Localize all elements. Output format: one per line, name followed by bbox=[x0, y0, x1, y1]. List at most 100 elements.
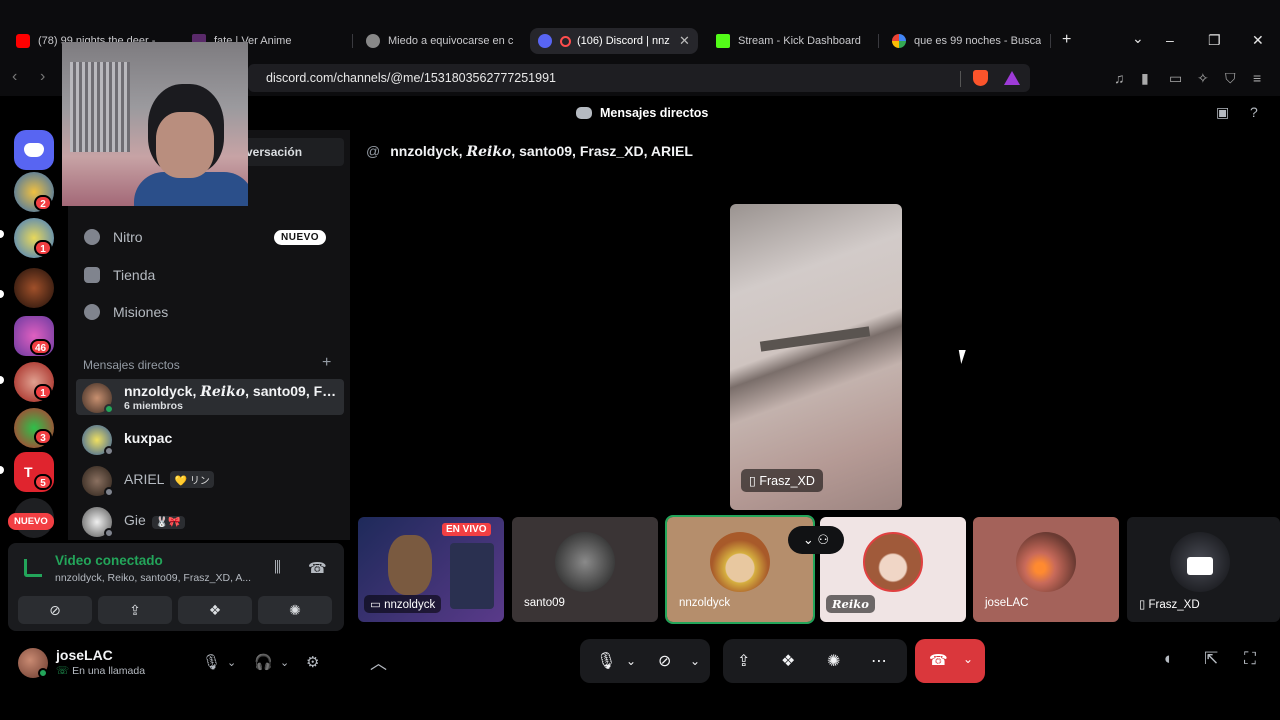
media-icon[interactable]: ♫ bbox=[1114, 70, 1125, 86]
participant-tile[interactable]: joseLAC bbox=[973, 517, 1119, 622]
wallet-icon[interactable]: ▭ bbox=[1169, 70, 1182, 87]
chevron-down-icon[interactable]: ⌄ bbox=[227, 656, 236, 669]
menu-icon[interactable]: ≡ bbox=[1253, 70, 1261, 86]
clan-tag: 🐰🎀 bbox=[151, 516, 185, 529]
tab-label: que es 99 noches - Busca bbox=[914, 35, 1042, 47]
tab-kick[interactable]: Stream - Kick Dashboard bbox=[708, 28, 876, 54]
sidebar-icon[interactable]: ▮ bbox=[1141, 70, 1149, 87]
site-favicon-icon bbox=[366, 34, 380, 48]
sidebar-item-label: Nitro bbox=[113, 229, 143, 245]
sidebar-item-nitro[interactable]: Nitro bbox=[84, 229, 143, 245]
participant-tile[interactable]: ▯ Frasz_XD bbox=[1127, 517, 1280, 622]
close-tab-icon[interactable]: ✕ bbox=[679, 33, 690, 49]
screen-share-button[interactable]: ⇪ bbox=[98, 596, 172, 624]
tab-label: Miedo a equivocarse en c bbox=[388, 35, 514, 47]
restore-button[interactable]: ❐ bbox=[1208, 32, 1221, 49]
brave-shields-icon[interactable] bbox=[973, 70, 988, 86]
microphone-icon[interactable]: 🎙 bbox=[596, 651, 616, 671]
disconnect-icon[interactable]: ☎ bbox=[308, 559, 327, 577]
disconnect-button[interactable]: ☎ ⌄ bbox=[915, 639, 985, 683]
gear-icon[interactable]: ⚙ bbox=[306, 653, 319, 671]
dm-name: kuxpac bbox=[124, 430, 173, 446]
webcam-background bbox=[70, 62, 130, 152]
dm-item-group[interactable]: nnzoldyck, Reiko, santo09, Fra... 6 miem… bbox=[76, 379, 344, 415]
camera-off-button[interactable]: ⊘ bbox=[18, 596, 92, 624]
participant-name-tag: nnzoldyck bbox=[679, 597, 731, 609]
user-status: ☏ En una llamada bbox=[56, 665, 146, 677]
microphone-icon[interactable]: 🎙 bbox=[202, 653, 221, 671]
dm-item-ariel[interactable]: ARIEL 💛 リン bbox=[76, 462, 344, 498]
pop-out-icon[interactable]: ⇱ bbox=[1204, 649, 1218, 669]
discord-home-icon[interactable] bbox=[14, 130, 54, 170]
dm-item-kuxpac[interactable]: kuxpac bbox=[76, 421, 344, 457]
unread-pill bbox=[0, 230, 4, 238]
minimize-button[interactable]: – bbox=[1166, 32, 1174, 48]
avatar bbox=[710, 532, 770, 592]
close-window-button[interactable]: ✕ bbox=[1252, 32, 1264, 49]
chevron-down-icon[interactable]: ⌄ bbox=[626, 654, 636, 668]
back-icon[interactable]: ‹ bbox=[12, 68, 17, 86]
dm-item-gie[interactable]: Gie 🐰🎀 bbox=[76, 503, 344, 539]
collapse-participants-button[interactable]: ⌄ ⚇ bbox=[788, 526, 844, 554]
voice-channel-name[interactable]: nnzoldyck, Reiko, santo09, Frasz_XD, A..… bbox=[55, 572, 265, 584]
participant-name-tag: ▯ Frasz_XD bbox=[1139, 599, 1200, 611]
volume-icon[interactable]: ◖ bbox=[1162, 649, 1172, 669]
activities-icon[interactable]: ❖ bbox=[781, 651, 795, 671]
nitro-icon bbox=[84, 229, 100, 245]
address-bar[interactable]: discord.com/channels/@me/153180356277725… bbox=[248, 64, 1030, 92]
participant-name-tag: ▭ nnzoldyck bbox=[364, 595, 442, 613]
fullscreen-icon[interactable]: ⛶ bbox=[1244, 649, 1256, 669]
dm-section-header: Mensajes directos bbox=[83, 358, 180, 372]
page-title-text: Mensajes directos bbox=[600, 106, 709, 120]
voice-status-title[interactable]: Video conectado bbox=[55, 553, 163, 568]
chevron-down-icon[interactable]: ⌄ bbox=[963, 652, 973, 666]
inbox-icon[interactable]: ▣ bbox=[1216, 104, 1229, 121]
focused-video-tile[interactable]: ▯ Frasz_XD bbox=[730, 204, 902, 510]
status-indicator bbox=[104, 404, 114, 414]
screen-share-icon[interactable]: ⇪ bbox=[737, 651, 750, 671]
sidebar-item-quests[interactable]: Misiones bbox=[84, 304, 168, 320]
avatar bbox=[555, 532, 615, 592]
webcam-overlay bbox=[62, 42, 248, 206]
mention-badge: 46 bbox=[30, 339, 52, 355]
soundboard-icon[interactable]: ✺ bbox=[827, 651, 840, 671]
noise-suppression-icon[interactable]: ⫼ bbox=[274, 559, 281, 576]
dm-name: ARIEL 💛 リン bbox=[124, 471, 340, 488]
forward-icon[interactable]: › bbox=[40, 68, 45, 86]
tab-google[interactable]: que es 99 noches - Busca bbox=[884, 28, 1050, 54]
leo-ai-icon[interactable]: ✧ bbox=[1197, 70, 1209, 87]
clan-tag: 💛 リン bbox=[170, 471, 214, 488]
sidebar-item-shop[interactable]: Tienda bbox=[84, 267, 155, 283]
help-icon[interactable]: ? bbox=[1250, 104, 1258, 120]
unread-pill bbox=[0, 466, 4, 474]
headphones-icon[interactable]: 🎧 bbox=[254, 653, 273, 671]
url-text[interactable]: discord.com/channels/@me/153180356277725… bbox=[266, 71, 556, 85]
username[interactable]: joseLAC bbox=[56, 647, 113, 663]
soundboard-button[interactable]: ✺ bbox=[258, 596, 332, 624]
kick-icon bbox=[716, 34, 730, 48]
tab-label: Stream - Kick Dashboard bbox=[738, 35, 861, 47]
tab-list-dropdown-icon[interactable]: ⌄ bbox=[1132, 30, 1144, 47]
vpn-icon[interactable]: ⛉ bbox=[1225, 70, 1236, 87]
new-tag: NUEVO bbox=[274, 230, 327, 245]
participant-tile[interactable]: EN VIVO ▭ nnzoldyck bbox=[358, 517, 504, 622]
camera-off-icon[interactable]: ⊘ bbox=[658, 651, 671, 671]
brave-rewards-icon[interactable] bbox=[1004, 71, 1020, 85]
tab-separator bbox=[1050, 34, 1051, 48]
more-options-icon[interactable]: ⋯ bbox=[871, 651, 887, 671]
status-indicator bbox=[104, 487, 114, 497]
tab-discord[interactable]: (106) Discord | nnz ✕ bbox=[530, 28, 698, 54]
server-icon[interactable] bbox=[14, 268, 54, 308]
live-badge: EN VIVO bbox=[442, 523, 491, 536]
chevron-down-icon[interactable]: ⌄ bbox=[690, 654, 700, 668]
chevron-up-icon[interactable]: ︿ bbox=[370, 649, 387, 674]
unread-pill bbox=[0, 376, 4, 384]
new-tab-button[interactable]: + bbox=[1062, 31, 1071, 49]
create-dm-button[interactable]: + bbox=[322, 354, 331, 372]
discord-favicon-icon bbox=[538, 34, 552, 48]
chevron-down-icon[interactable]: ⌄ bbox=[280, 656, 289, 669]
connection-signal-icon[interactable] bbox=[24, 559, 42, 577]
activities-button[interactable]: ❖ bbox=[178, 596, 252, 624]
tab-article[interactable]: Miedo a equivocarse en c bbox=[358, 28, 524, 54]
participant-tile[interactable]: santo09 bbox=[512, 517, 658, 622]
